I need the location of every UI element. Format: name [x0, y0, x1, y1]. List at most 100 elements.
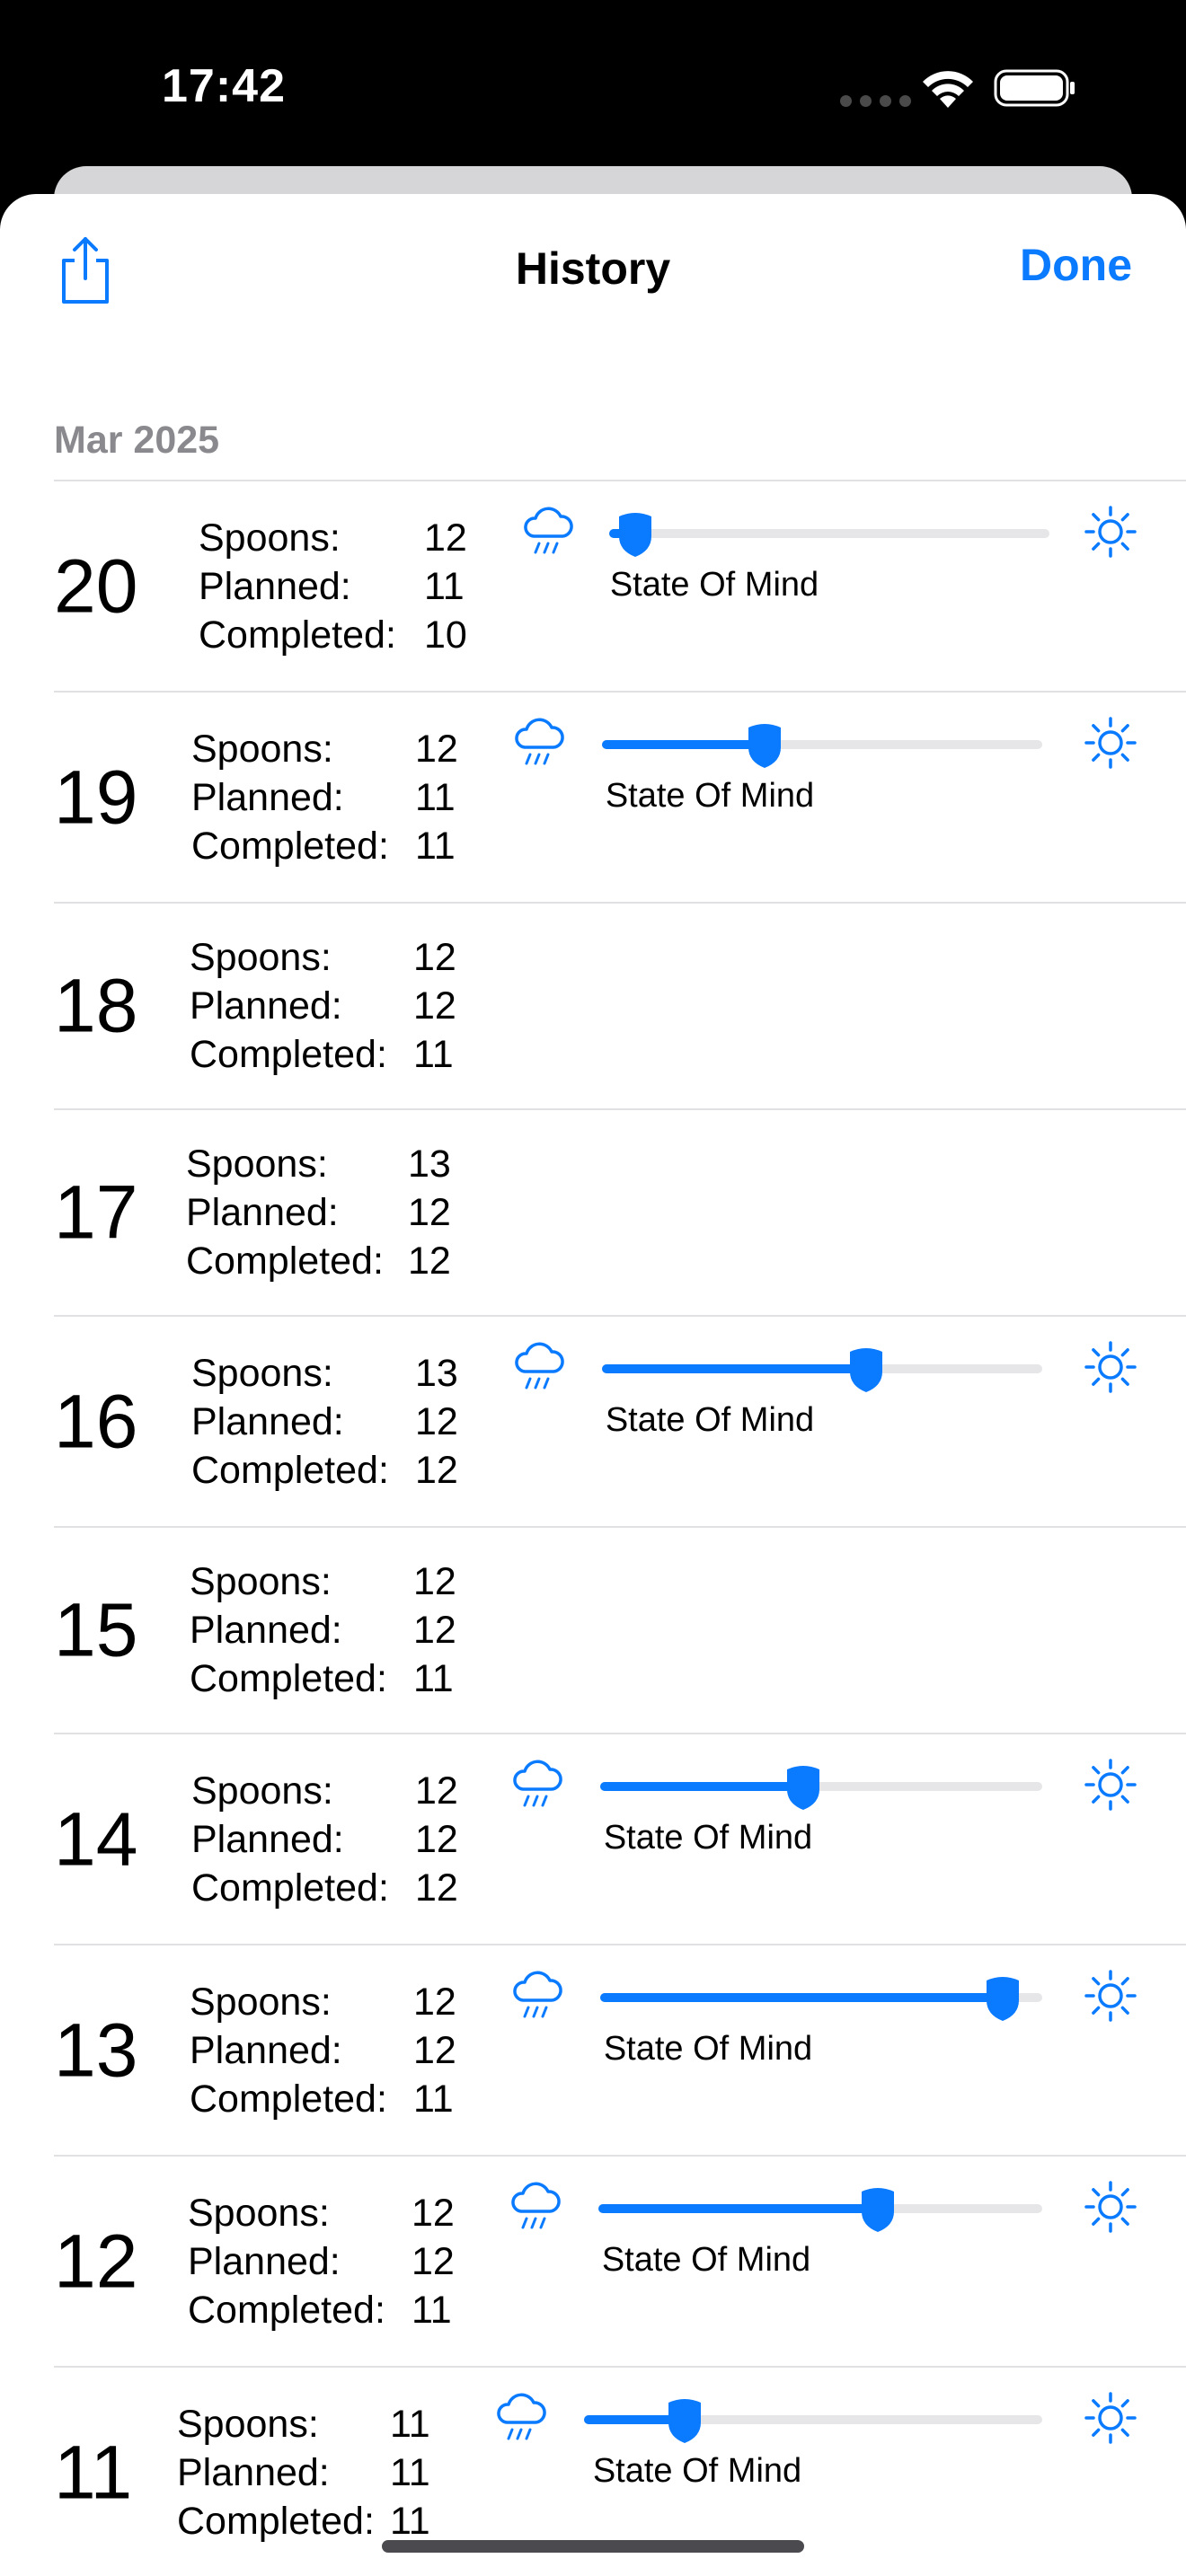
cloud-rain-icon: [492, 2390, 550, 2444]
history-row-14[interactable]: 14 Spoons: 12 Planned: 12 Completed: 12 State O…: [54, 1733, 1186, 1944]
stat-value: 11: [413, 1033, 454, 1076]
stat-completed: Completed: 10: [199, 611, 478, 659]
cloud-rain-icon: [510, 715, 568, 769]
day-stats: Spoons: 13 Planned: 12 Completed: 12: [191, 1349, 469, 1495]
stat-value: 11: [415, 775, 456, 819]
stat-label: Completed:: [186, 1239, 384, 1283]
stat-label: Planned:: [188, 2239, 341, 2283]
stat-label: Completed:: [190, 1657, 387, 1700]
stat-label: Planned:: [191, 1817, 344, 1861]
stat-label: Planned:: [191, 775, 344, 819]
sun-icon: [1083, 2179, 1138, 2235]
stat-value: 13: [408, 1142, 451, 1186]
stat-label: Planned:: [190, 1609, 342, 1652]
state-of-mind-label: State Of Mind: [605, 1400, 815, 1439]
slider-thumb[interactable]: [858, 2184, 898, 2233]
sun-icon: [1083, 1339, 1138, 1395]
state-of-mind-slider[interactable]: [602, 723, 1042, 768]
day-stats: Spoons: 13 Planned: 12 Completed: 12: [186, 1140, 462, 1285]
stat-planned: Planned: 12: [190, 1606, 467, 1654]
stat-label: Completed:: [190, 2077, 387, 2121]
stat-spoons: Spoons: 12: [190, 933, 467, 982]
history-row-17[interactable]: 17 Spoons: 13 Planned: 12 Completed: 12: [54, 1108, 1186, 1315]
section-header-month: Mar 2025: [54, 419, 220, 462]
state-of-mind-slider[interactable]: [600, 1765, 1042, 1810]
day-stats: Spoons: 12 Planned: 12 Completed: 11: [188, 2189, 465, 2334]
cloud-rain-icon: [507, 2179, 564, 2233]
history-row-15[interactable]: 15 Spoons: 12 Planned: 12 Completed: 11: [54, 1526, 1186, 1733]
done-button[interactable]: Done: [1020, 239, 1132, 291]
stat-value: 12: [413, 1609, 456, 1652]
slider-fill: [600, 1781, 803, 1791]
history-row-19[interactable]: 19 Spoons: 12 Planned: 11 Completed: 11 State O…: [54, 691, 1186, 902]
history-row-13[interactable]: 13 Spoons: 12 Planned: 12 Completed: 11 State O…: [54, 1944, 1186, 2155]
stat-spoons: Spoons: 11: [177, 2400, 444, 2448]
stat-value: 12: [415, 1399, 458, 1443]
day-stats: Spoons: 12 Planned: 12 Completed: 12: [191, 1767, 469, 1912]
stat-label: Spoons:: [186, 1142, 328, 1186]
stat-label: Planned:: [177, 2450, 330, 2494]
stat-label: Planned:: [191, 1399, 344, 1443]
history-row-16[interactable]: 16 Spoons: 13 Planned: 12 Completed: 12 State O…: [54, 1315, 1186, 1526]
stat-planned: Planned: 11: [177, 2448, 444, 2497]
slider-fill: [600, 1992, 1003, 2002]
slider-thumb[interactable]: [615, 509, 655, 558]
stat-label: Completed:: [191, 1866, 389, 1910]
day-stats: Spoons: 12 Planned: 12 Completed: 11: [190, 1557, 467, 1703]
stat-completed: Completed: 11: [191, 822, 469, 870]
cloud-rain-icon: [509, 1968, 566, 2022]
state-of-mind-slider[interactable]: [598, 2187, 1042, 2232]
history-row-12[interactable]: 12 Spoons: 12 Planned: 12 Completed: 11 State O…: [54, 2155, 1186, 2366]
stat-completed: Completed: 11: [190, 1030, 467, 1079]
home-indicator[interactable]: [382, 2540, 804, 2553]
state-of-mind-label: State Of Mind: [603, 1818, 813, 1857]
navigation-bar: History Done: [0, 194, 1186, 338]
state-of-mind-label: State Of Mind: [592, 2451, 802, 2490]
battery-icon: [994, 69, 1075, 107]
stat-value: 12: [413, 1560, 456, 1603]
day-stats: Spoons: 12 Planned: 11 Completed: 11: [191, 725, 469, 870]
stat-label: Spoons:: [188, 2191, 330, 2235]
day-number: 19: [54, 754, 138, 839]
stat-spoons: Spoons: 12: [191, 1767, 469, 1815]
stat-spoons: Spoons: 12: [191, 725, 469, 773]
history-row-20[interactable]: 20 Spoons: 12 Planned: 11 Completed: 10 State O…: [54, 480, 1186, 691]
stat-planned: Planned: 11: [191, 773, 469, 822]
slider-thumb[interactable]: [745, 720, 784, 769]
stat-spoons: Spoons: 13: [186, 1140, 462, 1188]
state-of-mind-label: State Of Mind: [601, 2240, 811, 2279]
state-of-mind-slider[interactable]: [609, 512, 1049, 557]
day-number: 15: [54, 1587, 138, 1672]
day-stats: Spoons: 11 Planned: 11 Completed: 11: [177, 2400, 444, 2545]
stat-spoons: Spoons: 12: [188, 2189, 465, 2237]
slider-thumb[interactable]: [983, 1973, 1022, 2022]
state-of-mind-label: State Of Mind: [605, 776, 815, 815]
stat-value: 12: [408, 1191, 451, 1234]
stat-planned: Planned: 12: [191, 1398, 469, 1446]
stat-value: 11: [412, 2288, 452, 2332]
state-of-mind-label: State Of Mind: [603, 2029, 813, 2068]
stat-planned: Planned: 12: [186, 1188, 462, 1237]
stat-value: 11: [390, 2499, 430, 2543]
history-row-18[interactable]: 18 Spoons: 12 Planned: 12 Completed: 11: [54, 902, 1186, 1108]
stat-value: 12: [413, 1980, 456, 2024]
stat-value: 12: [412, 2191, 455, 2235]
state-of-mind-slider[interactable]: [600, 1976, 1042, 2021]
slider-thumb[interactable]: [846, 1345, 886, 1393]
stat-completed: Completed: 11: [190, 2075, 467, 2123]
slider-thumb[interactable]: [783, 1762, 823, 1811]
stat-label: Planned:: [190, 2028, 342, 2072]
state-of-mind-slider[interactable]: [584, 2398, 1042, 2443]
sun-icon: [1083, 1968, 1138, 2024]
sun-icon: [1083, 2390, 1138, 2446]
state-of-mind-slider[interactable]: [602, 1347, 1042, 1392]
day-stats: Spoons: 12 Planned: 11 Completed: 10: [199, 514, 478, 659]
history-sheet: History Done Mar 2025 20 Spoons: 12 Planned…: [0, 194, 1186, 2576]
slider-thumb[interactable]: [665, 2395, 704, 2444]
stat-spoons: Spoons: 13: [191, 1349, 469, 1398]
stat-value: 11: [390, 2402, 430, 2446]
day-number: 11: [54, 2430, 133, 2514]
cloud-rain-icon: [509, 1757, 566, 1811]
stat-value: 10: [424, 613, 467, 657]
stat-value: 12: [413, 984, 456, 1028]
